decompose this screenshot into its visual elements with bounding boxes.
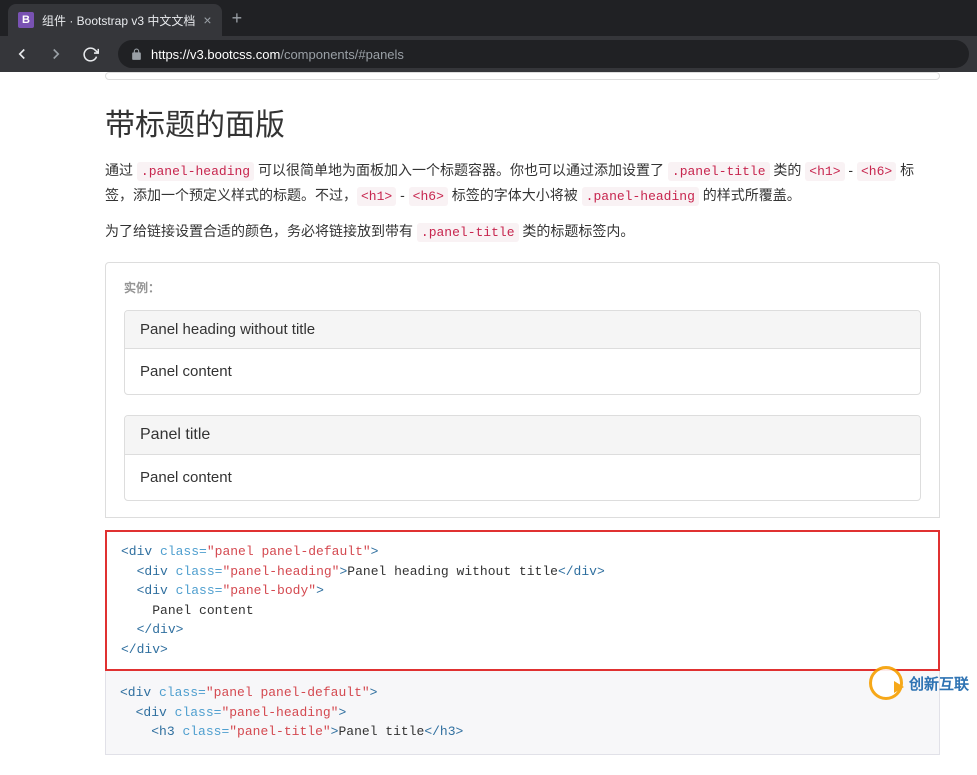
description-paragraph-2: 为了给链接设置合适的颜色，务必将链接放到带有 .panel-title 类的标题…	[105, 219, 940, 244]
prev-panel-edge	[105, 72, 940, 80]
reload-button[interactable]	[76, 40, 104, 68]
example-label: 实例：	[124, 279, 921, 296]
favicon: B	[18, 12, 34, 28]
watermark-logo-icon	[869, 666, 903, 700]
browser-tab[interactable]: B 组件 · Bootstrap v3 中文文档 ×	[8, 4, 222, 36]
code-panel-heading: .panel-heading	[137, 162, 254, 181]
code-h6: <h6>	[409, 187, 448, 206]
section-heading: 带标题的面版	[105, 100, 940, 144]
back-button[interactable]	[8, 40, 36, 68]
code-panel-heading: .panel-heading	[582, 187, 699, 206]
new-tab-button[interactable]: +	[222, 8, 253, 29]
browser-chrome: B 组件 · Bootstrap v3 中文文档 × + https://v3.…	[0, 0, 977, 72]
code-panel-title: .panel-title	[668, 162, 770, 181]
url-text: https://v3.bootcss.com/components/#panel…	[151, 47, 404, 62]
watermark: 创新互联	[869, 666, 969, 700]
code-block-highlighted: <div class="panel panel-default"> <div c…	[105, 530, 940, 671]
forward-button[interactable]	[42, 40, 70, 68]
code-h6: <h6>	[857, 162, 896, 181]
panel-heading: Panel heading without title	[125, 311, 920, 349]
example-panel-1: Panel heading without title Panel conten…	[124, 310, 921, 395]
example-box: 实例： Panel heading without title Panel co…	[105, 262, 940, 518]
tab-title: 组件 · Bootstrap v3 中文文档	[42, 12, 195, 29]
code-h1: <h1>	[805, 162, 844, 181]
panel-body: Panel content	[125, 349, 920, 394]
page-content: 带标题的面版 通过 .panel-heading 可以很简单地为面板加入一个标题…	[0, 72, 960, 775]
nav-bar: https://v3.bootcss.com/components/#panel…	[0, 36, 977, 72]
code-h1: <h1>	[357, 187, 396, 206]
panel-heading-title: Panel title	[125, 416, 920, 455]
panel-body: Panel content	[125, 455, 920, 500]
code-block-2: <div class="panel panel-default"> <div c…	[105, 671, 940, 755]
example-panel-2: Panel title Panel content	[124, 415, 921, 501]
tab-bar: B 组件 · Bootstrap v3 中文文档 × +	[0, 0, 977, 36]
watermark-text: 创新互联	[909, 673, 969, 694]
close-icon[interactable]: ×	[203, 12, 211, 28]
description-paragraph-1: 通过 .panel-heading 可以很简单地为面板加入一个标题容器。你也可以…	[105, 158, 940, 209]
code-panel-title: .panel-title	[417, 223, 519, 242]
lock-icon	[130, 48, 143, 61]
address-bar[interactable]: https://v3.bootcss.com/components/#panel…	[118, 40, 969, 68]
